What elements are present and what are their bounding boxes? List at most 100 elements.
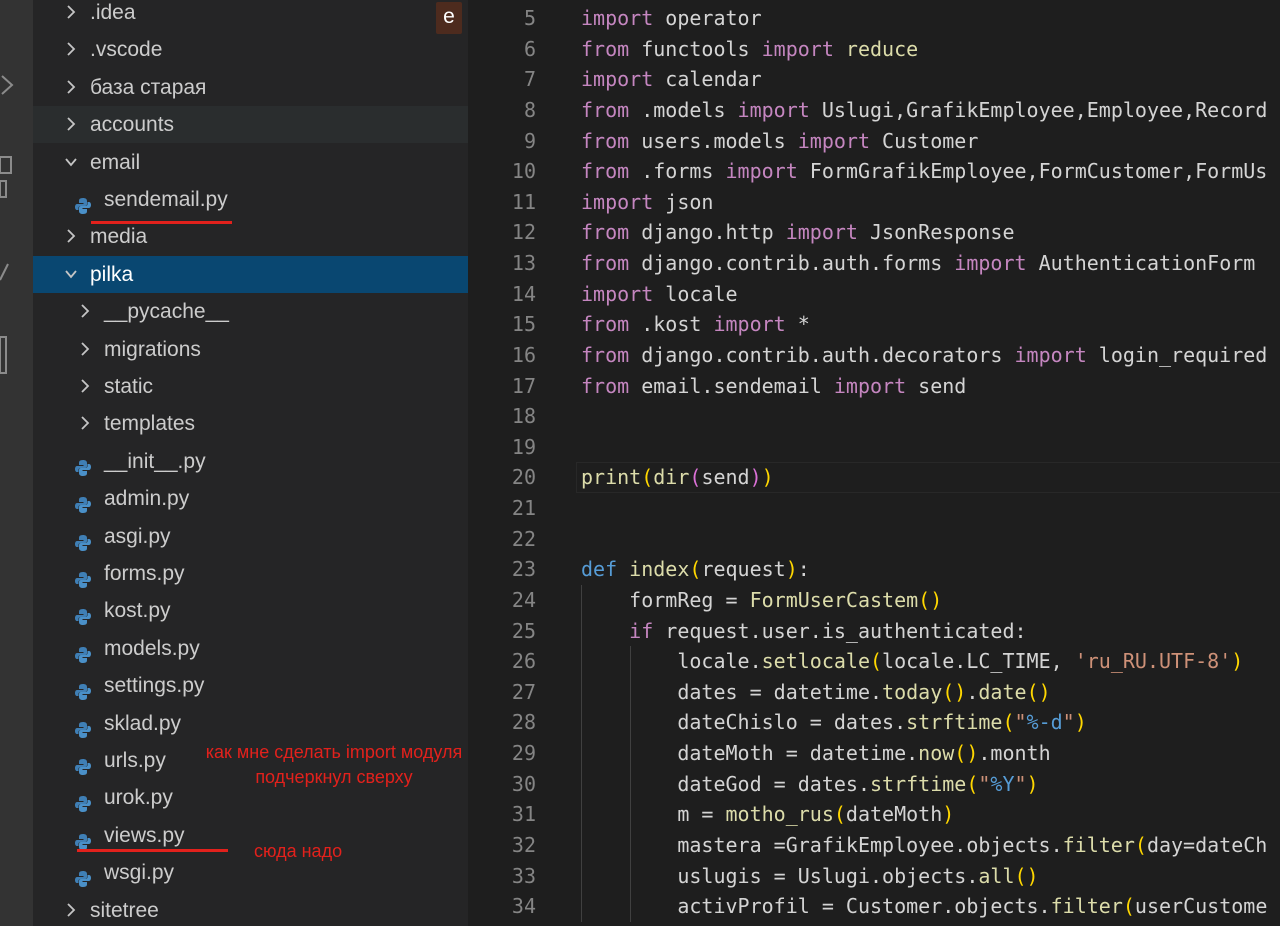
file-item[interactable]: wsgi.py [33, 854, 468, 891]
code-line[interactable]: 22 [468, 524, 1280, 555]
tree-item-label: templates [104, 412, 196, 436]
line-number: 30 [511, 771, 536, 796]
python-icon [74, 863, 92, 888]
code-line[interactable]: 20 print(dir(send)) [468, 462, 1280, 493]
folder-item[interactable]: migrations [33, 331, 468, 368]
line-number: 13 [511, 251, 536, 276]
tree-item-label: база старая [90, 75, 207, 99]
code-line[interactable]: 30 dateGod = dates.strftime("%Y") [468, 769, 1280, 800]
file-item[interactable]: settings.py [33, 667, 468, 704]
chevron-right-icon[interactable] [78, 405, 96, 431]
code-line[interactable]: 11 import json [468, 187, 1280, 218]
line-number: 7 [523, 67, 536, 92]
chevron-right-icon[interactable] [64, 69, 82, 94]
tree-item-label: settings.py [104, 674, 205, 698]
chevron-right-icon[interactable] [64, 0, 82, 19]
code-line[interactable]: 14 import locale [468, 279, 1280, 310]
code-line[interactable]: 17 from email.sendemail import send [468, 371, 1280, 402]
code-line[interactable]: 25 if request.user.is_authenticated: [468, 616, 1280, 647]
folder-item[interactable]: база старая [33, 69, 468, 106]
folder-item[interactable]: email [33, 144, 468, 181]
python-icon [74, 676, 92, 701]
remote-icon[interactable] [0, 262, 33, 286]
file-item[interactable]: sendemail.py [33, 181, 468, 218]
line-number: 23 [511, 557, 536, 582]
chevron-right-icon[interactable] [64, 892, 82, 917]
line-number: 28 [511, 710, 536, 735]
code-line[interactable]: 29 dateMoth = datetime.now().month [468, 738, 1280, 769]
extensions-icon[interactable] [0, 155, 33, 205]
chevron-right-icon[interactable] [78, 293, 96, 318]
line-number: 14 [511, 281, 536, 306]
chevron-down-icon[interactable] [64, 144, 82, 169]
tree-item-label: urls.py [104, 749, 166, 772]
line-number: 20 [511, 465, 536, 490]
file-item[interactable]: kost.py [33, 592, 468, 629]
code-line[interactable]: 5 import operator [468, 3, 1280, 34]
file-item[interactable]: models.py [33, 630, 468, 667]
folder-item[interactable]: templates [33, 405, 468, 442]
code-line[interactable]: 28 dateChislo = dates.strftime("%-d") [468, 707, 1280, 738]
folder-item[interactable]: .vscode [33, 31, 468, 68]
code-text: locale.setlocale(locale.LC_TIME, 'ru_RU.… [581, 649, 1244, 674]
code-line[interactable]: 16 from django.contrib.auth.decorators im… [468, 340, 1280, 371]
code-line[interactable]: 8 from .models import Uslugi,GrafikEmploy… [468, 95, 1280, 126]
code-line[interactable]: 15 from .kost import * [468, 309, 1280, 340]
python-icon [74, 639, 92, 663]
sendemail-underline [91, 221, 232, 224]
code-editor[interactable]: 5 import operator 6 from functools import r… [468, 0, 1280, 926]
code-line[interactable]: 18 [468, 401, 1280, 432]
target-note: сюда надо [254, 841, 343, 861]
chevron-right-icon[interactable] [64, 31, 82, 57]
code-text: import locale [581, 281, 738, 306]
code-text: dates = datetime.today().date() [581, 679, 1051, 704]
code-line[interactable]: 24 formReg = FormUserCastem() [468, 585, 1280, 616]
code-line[interactable]: 32 mastera =GrafikEmployee.objects.filte… [468, 830, 1280, 861]
folder-item[interactable]: pilka [33, 255, 468, 293]
file-item[interactable]: forms.py [33, 555, 468, 592]
tree-item-label: .vscode [90, 38, 163, 62]
chevron-right-icon[interactable] [78, 331, 96, 356]
chevron-right-icon[interactable] [78, 368, 96, 393]
code-line[interactable]: 31 m = motho_rus(dateMoth) [468, 799, 1280, 830]
code-text: dateChislo = dates.strftime("%-d") [581, 710, 1087, 735]
file-item[interactable]: __init__.py [33, 443, 468, 480]
code-line[interactable]: 12 from django.http import JsonResponse [468, 217, 1280, 248]
chevron-down-icon[interactable] [64, 256, 82, 281]
code-line[interactable]: 7 import calendar [468, 64, 1280, 95]
code-text: import operator [581, 6, 762, 30]
chevron-right-icon[interactable] [64, 218, 82, 244]
code-line[interactable]: 10 from .forms import FormGrafikEmployee,… [468, 156, 1280, 187]
code-text: from users.models import Customer [581, 128, 979, 153]
line-number: 15 [511, 312, 536, 337]
folder-item[interactable]: accounts [33, 106, 468, 144]
folder-item[interactable]: sitetree [33, 892, 468, 926]
python-icon [74, 489, 92, 514]
file-item[interactable]: admin.py [33, 480, 468, 517]
panel-icon[interactable] [0, 335, 33, 381]
code-line[interactable]: 34 activProfil = Customer.objects.filter… [468, 891, 1280, 922]
code-line[interactable]: 19 [468, 432, 1280, 463]
code-text: mastera =GrafikEmployee.objects.filter(d… [581, 833, 1268, 857]
file-item[interactable]: sklad.py [33, 705, 468, 742]
code-line[interactable]: 27 dates = datetime.today().date() [468, 677, 1280, 708]
folder-item[interactable]: .idea [33, 0, 468, 31]
line-number: 29 [511, 741, 536, 766]
line-number: 31 [511, 802, 536, 827]
line-number: 6 [523, 36, 536, 61]
run-debug-icon[interactable] [0, 70, 33, 104]
code-line[interactable]: 13 from django.contrib.auth.forms import … [468, 248, 1280, 279]
code-line[interactable]: 9 from users.models import Customer [468, 126, 1280, 157]
line-number: 17 [511, 373, 536, 398]
folder-item[interactable]: static [33, 368, 468, 405]
code-line[interactable]: 33 uslugis = Uslugi.objects.all() [468, 861, 1280, 892]
code-line[interactable]: 23 def index(request): [468, 554, 1280, 585]
python-icon [74, 714, 92, 738]
code-line[interactable]: 26 locale.setlocale(locale.LC_TIME, 'ru_… [468, 646, 1280, 677]
code-line[interactable]: 21 [468, 493, 1280, 524]
file-item[interactable]: asgi.py [33, 518, 468, 555]
code-line[interactable]: 6 from functools import reduce [468, 34, 1280, 65]
folder-item[interactable]: __pycache__ [33, 293, 468, 330]
line-number: 34 [511, 894, 536, 919]
chevron-right-icon[interactable] [64, 106, 82, 131]
